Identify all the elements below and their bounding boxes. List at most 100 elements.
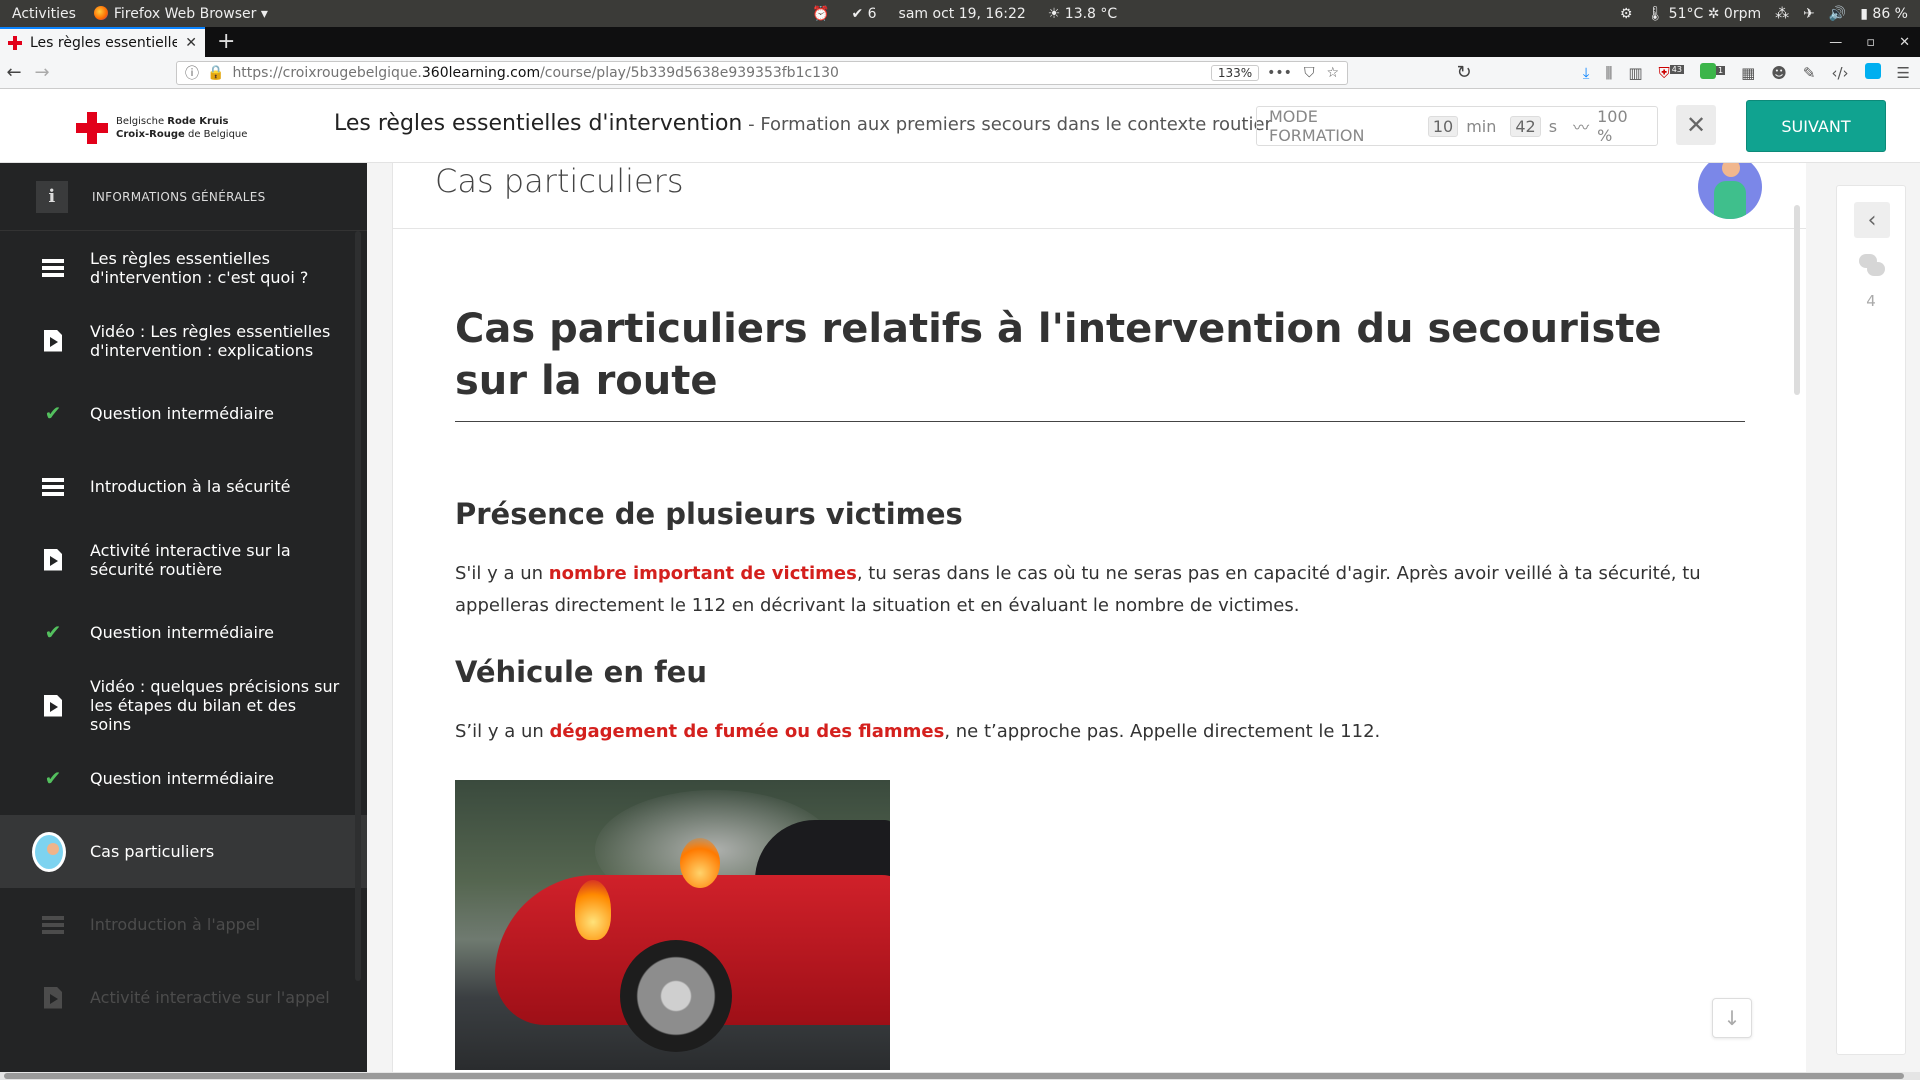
close-course-button[interactable]: ✕ <box>1676 105 1716 145</box>
sidebar-item[interactable]: Les règles essentielles d'intervention :… <box>0 231 367 304</box>
url-text[interactable]: https://croixrougebelgique.360learning.c… <box>232 65 1202 81</box>
browser-tab[interactable]: Les règles essentielles d ✕ <box>0 27 205 57</box>
volume-icon[interactable]: 🔊 <box>1829 6 1846 22</box>
red-cross-favicon-icon <box>8 36 22 50</box>
instructor-avatar <box>1698 163 1762 219</box>
article-title: Cas particuliers relatifs à l'interventi… <box>455 303 1745 422</box>
info-icon: i <box>36 180 68 213</box>
ublock-icon[interactable]: ⛨ 43 <box>1659 64 1684 82</box>
skype-icon[interactable] <box>1864 62 1881 83</box>
paragraph-vehicle-fire: S’il y a un dégagement de fumée ou des f… <box>455 721 1381 742</box>
sidebar-item-label: Question intermédiaire <box>90 404 274 423</box>
airplane-icon[interactable]: ✈ <box>1803 6 1815 22</box>
right-rail: ‹ 4 <box>1836 185 1906 1055</box>
app-menu[interactable]: Firefox Web Browser ▾ <box>93 5 268 22</box>
cpu-temp[interactable]: 🌡 51°C ✲ 0rpm <box>1646 6 1761 22</box>
red-cross-logo[interactable]: Belgische Rode Kruis Croix-Rouge de Belg… <box>76 112 247 144</box>
heading-multiple-victims: Présence de plusieurs victimes <box>455 497 963 531</box>
close-window-button[interactable]: ✕ <box>1899 35 1910 50</box>
sidebar-item-label: Introduction à la sécurité <box>90 477 291 496</box>
menu-icon[interactable]: ☰ <box>1897 64 1910 82</box>
weather-indicator[interactable]: ☀ 13.8 °C <box>1048 6 1117 22</box>
sidebar-item-label: Question intermédiaire <box>90 769 274 788</box>
check-icon: ✔ <box>44 620 62 644</box>
bookmark-star-icon[interactable]: ☆ <box>1326 65 1339 81</box>
code-icon[interactable]: ‹/› <box>1831 64 1848 82</box>
new-tab-button[interactable]: + <box>205 27 247 57</box>
extension-green-icon[interactable]: 1 <box>1699 62 1726 83</box>
close-tab-icon[interactable]: ✕ <box>185 35 197 51</box>
clock[interactable]: sam oct 19, 16:22 <box>899 6 1026 22</box>
section-header: Cas particuliers <box>393 163 1806 229</box>
sidebar-item[interactable]: Vidéo : Les règles essentielles d'interv… <box>0 304 367 377</box>
text-icon <box>40 255 66 281</box>
sidebar-scrollbar[interactable] <box>355 231 361 981</box>
sidebar-item[interactable]: Activité interactive sur l'appel <box>0 961 367 1034</box>
general-info-item[interactable]: i INFORMATIONS GÉNÉRALES <box>0 163 367 231</box>
sidebar-item[interactable]: Introduction à la sécurité <box>0 450 367 523</box>
sidebar-item[interactable]: Cas particuliers <box>0 815 367 888</box>
settings-icon[interactable]: ⚙ <box>1620 6 1633 22</box>
forward-button[interactable]: → <box>28 62 56 83</box>
paragraph-multiple-victims: S'il y a un nombre important de victimes… <box>455 563 1701 616</box>
check-icon: ✔ <box>44 401 62 425</box>
sidebar-item-label: Cas particuliers <box>90 842 215 861</box>
video-icon <box>40 328 66 354</box>
section-title: Cas particuliers <box>435 163 684 200</box>
course-title: Les règles essentielles d'intervention -… <box>334 111 1272 136</box>
video-icon <box>40 985 66 1011</box>
content-scrollbar[interactable] <box>1794 205 1800 395</box>
activities-button[interactable]: Activities <box>12 6 76 22</box>
tasks-indicator[interactable]: ✔ 6 <box>851 6 876 22</box>
video-icon <box>40 693 66 719</box>
course-sidebar: i INFORMATIONS GÉNÉRALES Les règles esse… <box>0 163 367 1080</box>
url-bar[interactable]: ⓘ 🔒 https://croixrougebelgique.360learni… <box>176 60 1348 85</box>
info-icon[interactable]: ⓘ <box>185 63 199 83</box>
sidebar-item-label: Vidéo : Les règles essentielles d'interv… <box>90 321 331 360</box>
library-icon[interactable]: ⫼ <box>1605 64 1612 82</box>
grid-icon[interactable]: ▦ <box>1741 64 1755 82</box>
sidebar-icon[interactable]: ▥ <box>1628 64 1642 82</box>
collapse-panel-button[interactable]: ‹ <box>1854 202 1890 238</box>
sidebar-item-label: Introduction à l'appel <box>90 915 261 934</box>
course-header: Belgische Rode Kruis Croix-Rouge de Belg… <box>0 89 1920 163</box>
firefox-icon <box>93 5 108 20</box>
alarm-icon[interactable]: ⏰ <box>812 6 829 22</box>
trend-icon: 〰 <box>1573 118 1590 137</box>
sidebar-item-label: Vidéo : quelques précisions sur les étap… <box>90 677 340 734</box>
sidebar-item-label: Les règles essentielles d'intervention :… <box>90 248 309 287</box>
brush-icon[interactable]: ✎ <box>1803 64 1816 82</box>
network-icon[interactable]: ⁂ <box>1775 6 1789 22</box>
sidebar-item[interactable]: ✔ Question intermédiaire <box>0 742 367 815</box>
training-mode-indicator: MODE FORMATION 10 min 42 s 〰 100 % <box>1256 106 1658 146</box>
sidebar-item-label: Activité interactive sur l'appel <box>90 988 330 1007</box>
sidebar-item[interactable]: Introduction à l'appel <box>0 888 367 961</box>
minimize-button[interactable]: — <box>1829 35 1842 50</box>
text-icon <box>40 912 66 938</box>
zoom-level[interactable]: 133% <box>1210 64 1260 81</box>
sidebar-item[interactable]: ✔ Question intermédiaire <box>0 377 367 450</box>
battery-indicator[interactable]: ▮ 86 % <box>1860 6 1908 22</box>
navigation-toolbar: ← → ⓘ 🔒 https://croixrougebelgique.360le… <box>0 57 1920 89</box>
page-actions-icon[interactable]: ••• <box>1267 65 1292 81</box>
comments-icon[interactable] <box>1859 252 1885 278</box>
maximize-button[interactable]: ▫ <box>1866 35 1875 50</box>
scroll-down-button[interactable]: ↓ <box>1712 998 1752 1038</box>
next-button[interactable]: SUIVANT <box>1746 100 1886 152</box>
timer-minutes: 10 <box>1427 115 1459 137</box>
pocket-icon[interactable]: ⛉ <box>1304 65 1315 81</box>
sidebar-item-label: Question intermédiaire <box>90 623 274 642</box>
progress-percent: 100 % <box>1597 107 1628 145</box>
download-icon[interactable]: ⤓ <box>1583 64 1590 82</box>
burning-car-image <box>455 780 890 1070</box>
reload-button[interactable]: ↻ <box>1450 62 1478 83</box>
sidebar-item[interactable]: ✔ Question intermédiaire <box>0 596 367 669</box>
emoji-extension-icon[interactable]: ☻ <box>1771 64 1787 82</box>
sidebar-item[interactable]: Vidéo : quelques précisions sur les étap… <box>0 669 367 742</box>
horizontal-scrollbar[interactable] <box>0 1072 1920 1080</box>
sidebar-item[interactable]: Activité interactive sur la sécurité rou… <box>0 523 367 596</box>
red-cross-icon <box>76 112 108 144</box>
avatar-icon <box>32 831 66 872</box>
lock-icon[interactable]: 🔒 <box>207 65 224 81</box>
back-button[interactable]: ← <box>0 62 28 83</box>
